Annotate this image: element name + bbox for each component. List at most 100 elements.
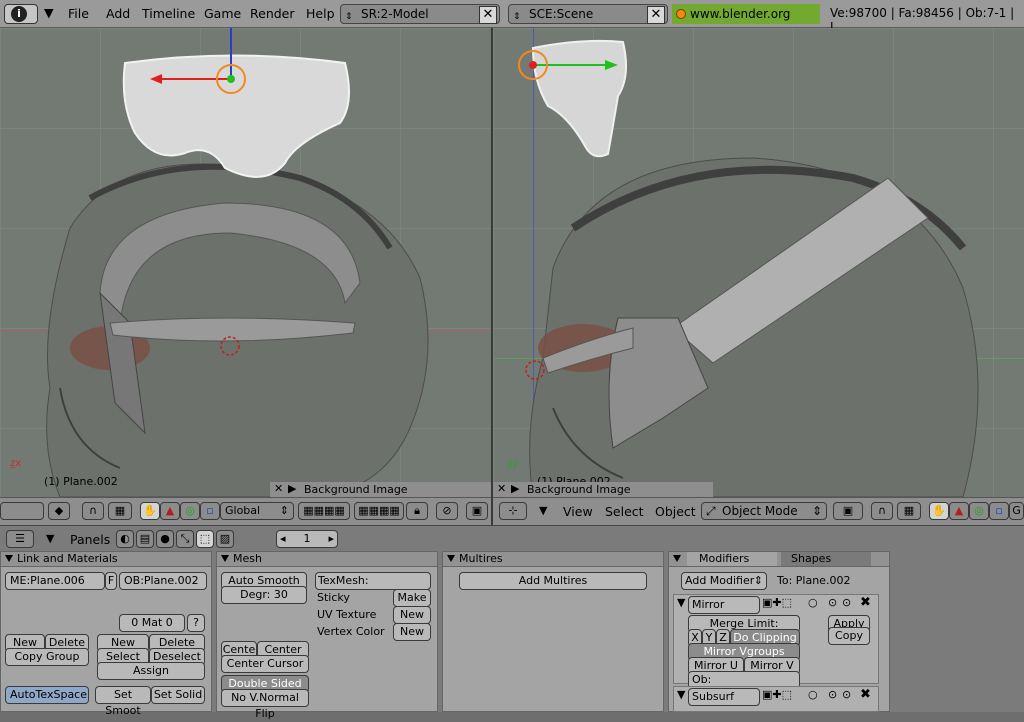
- object-context-button[interactable]: ⤡: [176, 530, 194, 548]
- collapse-menu-icon[interactable]: ▼: [46, 532, 54, 545]
- proportional-button[interactable]: ▦: [897, 502, 921, 520]
- headband-mesh[interactable]: [85, 173, 375, 443]
- scene-selector[interactable]: ⇕ SCE:Scene ✕: [508, 4, 668, 24]
- translate-manipulator-toggle[interactable]: ▲: [160, 502, 180, 520]
- rotate-manipulator-toggle[interactable]: ◎: [969, 502, 989, 520]
- menu-file[interactable]: File: [68, 6, 89, 21]
- mode-select[interactable]: ⤢ Object Mode ⇕: [701, 502, 827, 520]
- menu-select[interactable]: Select: [605, 504, 644, 519]
- close-icon[interactable]: ✕: [497, 482, 506, 495]
- panel-header[interactable]: Mesh: [217, 552, 437, 567]
- layer-buttons-2[interactable]: ▦▦▦▦: [354, 502, 404, 520]
- centre-cursor-button[interactable]: Center Cursor: [221, 655, 309, 673]
- move-up-icon[interactable]: ⊙: [828, 688, 837, 701]
- menu-timeline[interactable]: Timeline: [142, 6, 195, 21]
- editing-context-button[interactable]: ⬚: [196, 530, 214, 548]
- layer-buttons-1[interactable]: ▦▦▦▦: [298, 502, 350, 520]
- vertex-color-new-button[interactable]: New: [393, 623, 431, 641]
- mesh-datablock-field[interactable]: ME:Plane.006: [5, 572, 105, 590]
- script-context-button[interactable]: ▤: [136, 530, 154, 548]
- manipulator-hand-toggle[interactable]: ✋: [140, 502, 160, 520]
- expand-triangle-icon[interactable]: ▶: [288, 482, 296, 495]
- copy-modifier-button[interactable]: Copy: [828, 627, 870, 645]
- rotate-manipulator-toggle[interactable]: ◎: [180, 502, 200, 520]
- add-multires-button[interactable]: Add Multires: [459, 572, 647, 590]
- draw-type-toggle[interactable]: ◆: [48, 502, 70, 520]
- background-image-panel-header[interactable]: ✕ ▶ Background Image: [270, 482, 491, 497]
- menu-view[interactable]: View: [563, 504, 593, 519]
- tab-shapes[interactable]: Shapes: [781, 552, 871, 566]
- pivot-button[interactable]: ∩: [871, 502, 893, 520]
- render-preview-button[interactable]: ▣: [466, 502, 488, 520]
- object-name-field[interactable]: OB:Plane.002: [119, 572, 207, 590]
- panel-header[interactable]: Multires: [443, 552, 663, 567]
- fake-user-button[interactable]: F: [105, 572, 117, 590]
- view-menu-button[interactable]: [0, 502, 44, 520]
- orientation-select[interactable]: Global ⇕: [220, 502, 294, 520]
- shading-context-button[interactable]: ●: [156, 530, 174, 548]
- front-viewport[interactable]: z̲x (1) Plane.002 ✕ ▶ Background Image: [0, 28, 491, 497]
- occlusion-button[interactable]: ⊘: [436, 502, 458, 520]
- transform-manipulator[interactable]: [513, 48, 623, 88]
- delete-modifier-icon[interactable]: ✖: [860, 687, 871, 702]
- menu-game[interactable]: Game: [204, 6, 241, 21]
- collapse-triangle-icon[interactable]: [673, 555, 681, 562]
- manipulator-hand-toggle[interactable]: ✋: [929, 502, 949, 520]
- autotexspace-toggle[interactable]: AutoTexSpace: [5, 686, 89, 704]
- scale-manipulator-toggle[interactable]: ▫: [989, 502, 1009, 520]
- lock-layer-button[interactable]: 🔒︎: [406, 502, 428, 520]
- modifier-visibility-icons[interactable]: ▣✚⬚: [762, 688, 792, 701]
- set-smooth-button[interactable]: Set Smoot: [95, 686, 151, 717]
- sticky-make-button[interactable]: Make: [393, 589, 431, 607]
- proportional-button[interactable]: ▦: [108, 502, 132, 520]
- background-image-panel-header[interactable]: ✕ ▶ Background Image: [493, 482, 713, 497]
- no-vnormal-flip-toggle[interactable]: No V.Normal Flip: [221, 689, 309, 720]
- degree-field[interactable]: Degr: 30: [221, 586, 307, 604]
- layer-button[interactable]: ∩: [82, 502, 104, 520]
- frame-number-field[interactable]: ◂ 1 ▸: [276, 530, 338, 548]
- collapse-triangle-icon[interactable]: ▼: [677, 596, 685, 609]
- uv-texture-new-button[interactable]: New: [393, 606, 431, 624]
- texmesh-field[interactable]: TexMesh:: [315, 572, 431, 590]
- collapse-triangle-icon[interactable]: ▼: [677, 688, 685, 701]
- move-up-icon[interactable]: ⊙: [828, 596, 837, 609]
- material-index-field[interactable]: 0 Mat 0: [119, 614, 185, 632]
- editor-type-button[interactable]: ⊹: [499, 502, 527, 520]
- material-assign-button[interactable]: Assign: [97, 662, 205, 680]
- transform-manipulator[interactable]: [140, 28, 260, 128]
- info-window-button[interactable]: i: [4, 4, 38, 24]
- menu-object[interactable]: Object: [655, 504, 696, 519]
- circle-toggle-icon[interactable]: ○: [808, 596, 818, 609]
- expand-triangle-icon[interactable]: ▶: [511, 482, 519, 495]
- collapse-menu-icon[interactable]: ▼: [44, 5, 54, 20]
- scene-context-button[interactable]: ▨: [216, 530, 234, 548]
- move-down-icon[interactable]: ⊙: [842, 596, 851, 609]
- subsurf-name-field[interactable]: Subsurf: [688, 688, 760, 706]
- orientation-select-partial[interactable]: G: [1009, 502, 1024, 520]
- move-down-icon[interactable]: ⊙: [842, 688, 851, 701]
- copy-group-button[interactable]: Copy Group: [5, 648, 89, 666]
- menu-render[interactable]: Render: [250, 6, 295, 21]
- add-modifier-menu[interactable]: Add Modifier ⇕: [681, 572, 767, 590]
- panel-header[interactable]: Link and Materials: [1, 552, 211, 567]
- set-solid-button[interactable]: Set Solid: [151, 686, 205, 704]
- draw-type-toggle[interactable]: ▣: [833, 502, 863, 520]
- viewport-divider[interactable]: [491, 28, 493, 525]
- editor-type-button[interactable]: ☰: [6, 530, 34, 548]
- delete-modifier-icon[interactable]: ✖: [860, 595, 871, 610]
- menu-help[interactable]: Help: [306, 6, 335, 21]
- close-icon[interactable]: ✕: [647, 6, 665, 24]
- scale-manipulator-toggle[interactable]: ▫: [200, 502, 220, 520]
- help-button[interactable]: ?: [187, 614, 205, 632]
- close-icon[interactable]: ✕: [479, 6, 497, 24]
- translate-manipulator-toggle[interactable]: ▲: [949, 502, 969, 520]
- mirror-name-field[interactable]: Mirror: [688, 596, 760, 614]
- headband-mesh-side[interactable]: [523, 178, 943, 478]
- menu-add[interactable]: Add: [106, 6, 130, 21]
- tab-modifiers[interactable]: Modifiers: [687, 552, 777, 566]
- screen-selector[interactable]: ⇕ SR:2-Model ✕: [340, 4, 500, 24]
- logic-context-button[interactable]: ◐: [116, 530, 134, 548]
- side-viewport[interactable]: z̲y (1) Plane.002 ✕ ▶ Background Image: [493, 28, 1024, 497]
- circle-toggle-icon[interactable]: ○: [808, 688, 818, 701]
- panels-label[interactable]: Panels: [70, 532, 110, 547]
